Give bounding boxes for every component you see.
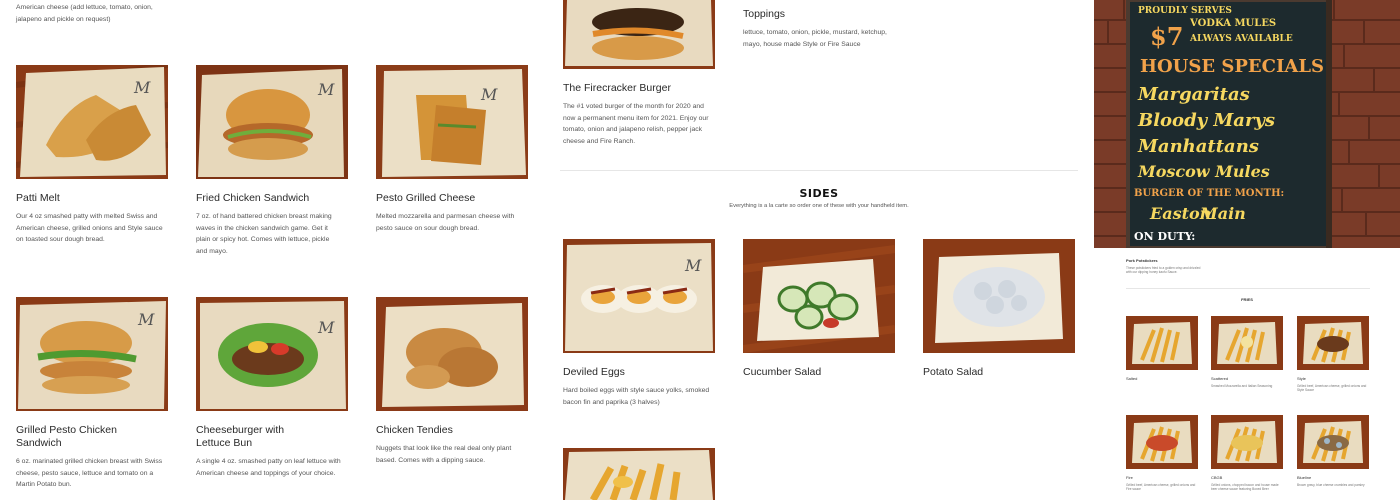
- chicken-tendies-photo[interactable]: [376, 297, 528, 411]
- potato-salad-photo[interactable]: [923, 239, 1075, 353]
- mini-fries-desc: Grilled beef, American cheese, grilled o…: [1297, 384, 1367, 393]
- item-title: Patti Melt: [16, 192, 60, 204]
- mini-pork-desc: These potstickers fried to a golden cris…: [1126, 266, 1201, 275]
- firecracker-burger-photo[interactable]: [563, 0, 715, 69]
- item-description: Our 4 oz smashed patty with melted Swiss…: [16, 213, 163, 243]
- mini-fries-photo[interactable]: [1126, 415, 1198, 469]
- mini-fries-photo[interactable]: [1211, 415, 1283, 469]
- board-line: Bloody Marys: [1138, 110, 1276, 131]
- grilled-pesto-chicken-photo[interactable]: M: [16, 297, 168, 411]
- mini-divider: [1126, 288, 1370, 289]
- item-description-fragment: American cheese (add lettuce, tomato, on…: [16, 4, 153, 23]
- item-description: The #1 voted burger of the month for 202…: [563, 103, 709, 145]
- board-line: Main: [1200, 204, 1246, 223]
- patti-melt-photo[interactable]: M: [16, 65, 168, 179]
- item-description: 6 oz. marinated grilled chicken breast w…: [16, 458, 163, 488]
- item-title: Fried Chicken Sandwich: [196, 192, 310, 204]
- mini-fries-label: Salted: [1126, 376, 1138, 381]
- board-line: PROUDLY SERVES: [1138, 6, 1232, 16]
- sides-subtitle: Everything is a la carte so order one of…: [729, 203, 909, 209]
- item-description: Hard boiled eggs with style sauce yolks,…: [563, 387, 710, 406]
- item-title: The Firecracker Burger: [563, 82, 671, 94]
- board-line: $7: [1150, 22, 1184, 51]
- mini-fries-photo[interactable]: [1126, 316, 1198, 370]
- item-description: Melted mozzarella and parmesan cheese wi…: [376, 213, 515, 232]
- cheeseburger-lettuce-bun-photo[interactable]: M: [196, 297, 348, 411]
- item-description: A single 4 oz. smashed patty on leaf let…: [196, 458, 341, 477]
- svg-text:M: M: [480, 85, 498, 104]
- item-title: Cucumber Salad: [743, 366, 822, 378]
- svg-text:M: M: [137, 310, 155, 329]
- item-title: Pesto Grilled Cheese: [376, 192, 476, 204]
- item-title: Grilled Pesto Chicken Sandwich: [16, 424, 117, 449]
- board-line: BURGER OF THE MONTH:: [1134, 188, 1285, 199]
- item-title: Cheeseburger with Lettuce Bun: [196, 424, 285, 449]
- mini-fries-label: Style: [1297, 376, 1306, 381]
- board-line: Moscow Mules: [1138, 162, 1270, 181]
- board-line: VODKA MULES: [1190, 18, 1277, 29]
- mini-fries-label: Blueline: [1297, 475, 1312, 480]
- section-divider: [560, 170, 1078, 171]
- board-line: ALWAYS AVAILABLE: [1190, 34, 1293, 44]
- board-line: Manhattans: [1138, 136, 1259, 157]
- board-line: HOUSE SPECIALS: [1140, 56, 1324, 77]
- svg-text:M: M: [133, 78, 151, 97]
- svg-text:M: M: [317, 318, 335, 337]
- mini-pork-title: Pork Potstickers: [1126, 258, 1158, 263]
- svg-text:M: M: [317, 80, 335, 99]
- deviled-eggs-photo[interactable]: M: [563, 239, 715, 353]
- mini-fries-label: Fire: [1126, 475, 1133, 480]
- board-line: Margaritas: [1138, 84, 1250, 105]
- mini-fries-label: CBGB: [1211, 475, 1223, 480]
- mini-fries-desc: Brown gravy, blue cheese crumbles and pa…: [1297, 483, 1365, 487]
- item-title: Chicken Tendies: [376, 424, 453, 436]
- pesto-grilled-cheese-photo[interactable]: M: [376, 65, 528, 179]
- item-title: Potato Salad: [923, 366, 984, 378]
- item-description: Nuggets that look like the real deal onl…: [376, 445, 512, 464]
- toppings-title: Toppings: [743, 8, 786, 20]
- cucumber-salad-photo[interactable]: [743, 239, 895, 353]
- item-title: Deviled Eggs: [563, 366, 625, 378]
- mini-fries-photo[interactable]: [1211, 316, 1283, 370]
- mini-fries-desc: Smashed Mozzarella and Italian Seasoning: [1211, 384, 1273, 388]
- board-line: ON DUTY:: [1134, 230, 1196, 243]
- mini-fries-photo[interactable]: [1297, 316, 1369, 370]
- mini-fries-desc: Grilled onions, chopped bacon and house …: [1211, 483, 1279, 492]
- mini-fries-photo[interactable]: [1297, 415, 1369, 469]
- mini-fries-desc: Grilled beef, American cheese, grilled o…: [1126, 483, 1196, 492]
- mini-fries-label: Scattered: [1211, 376, 1229, 381]
- fries-photo[interactable]: [563, 448, 715, 500]
- svg-text:M: M: [684, 256, 702, 275]
- fried-chicken-sandwich-photo[interactable]: M: [196, 65, 348, 179]
- mini-fries-title: FRIES: [1241, 297, 1253, 302]
- item-description: 7 oz. of hand battered chicken breast ma…: [196, 213, 332, 255]
- toppings-description: lettuce, tomato, onion, pickle, mustard,…: [743, 29, 887, 48]
- sides-heading: SIDES: [799, 187, 839, 200]
